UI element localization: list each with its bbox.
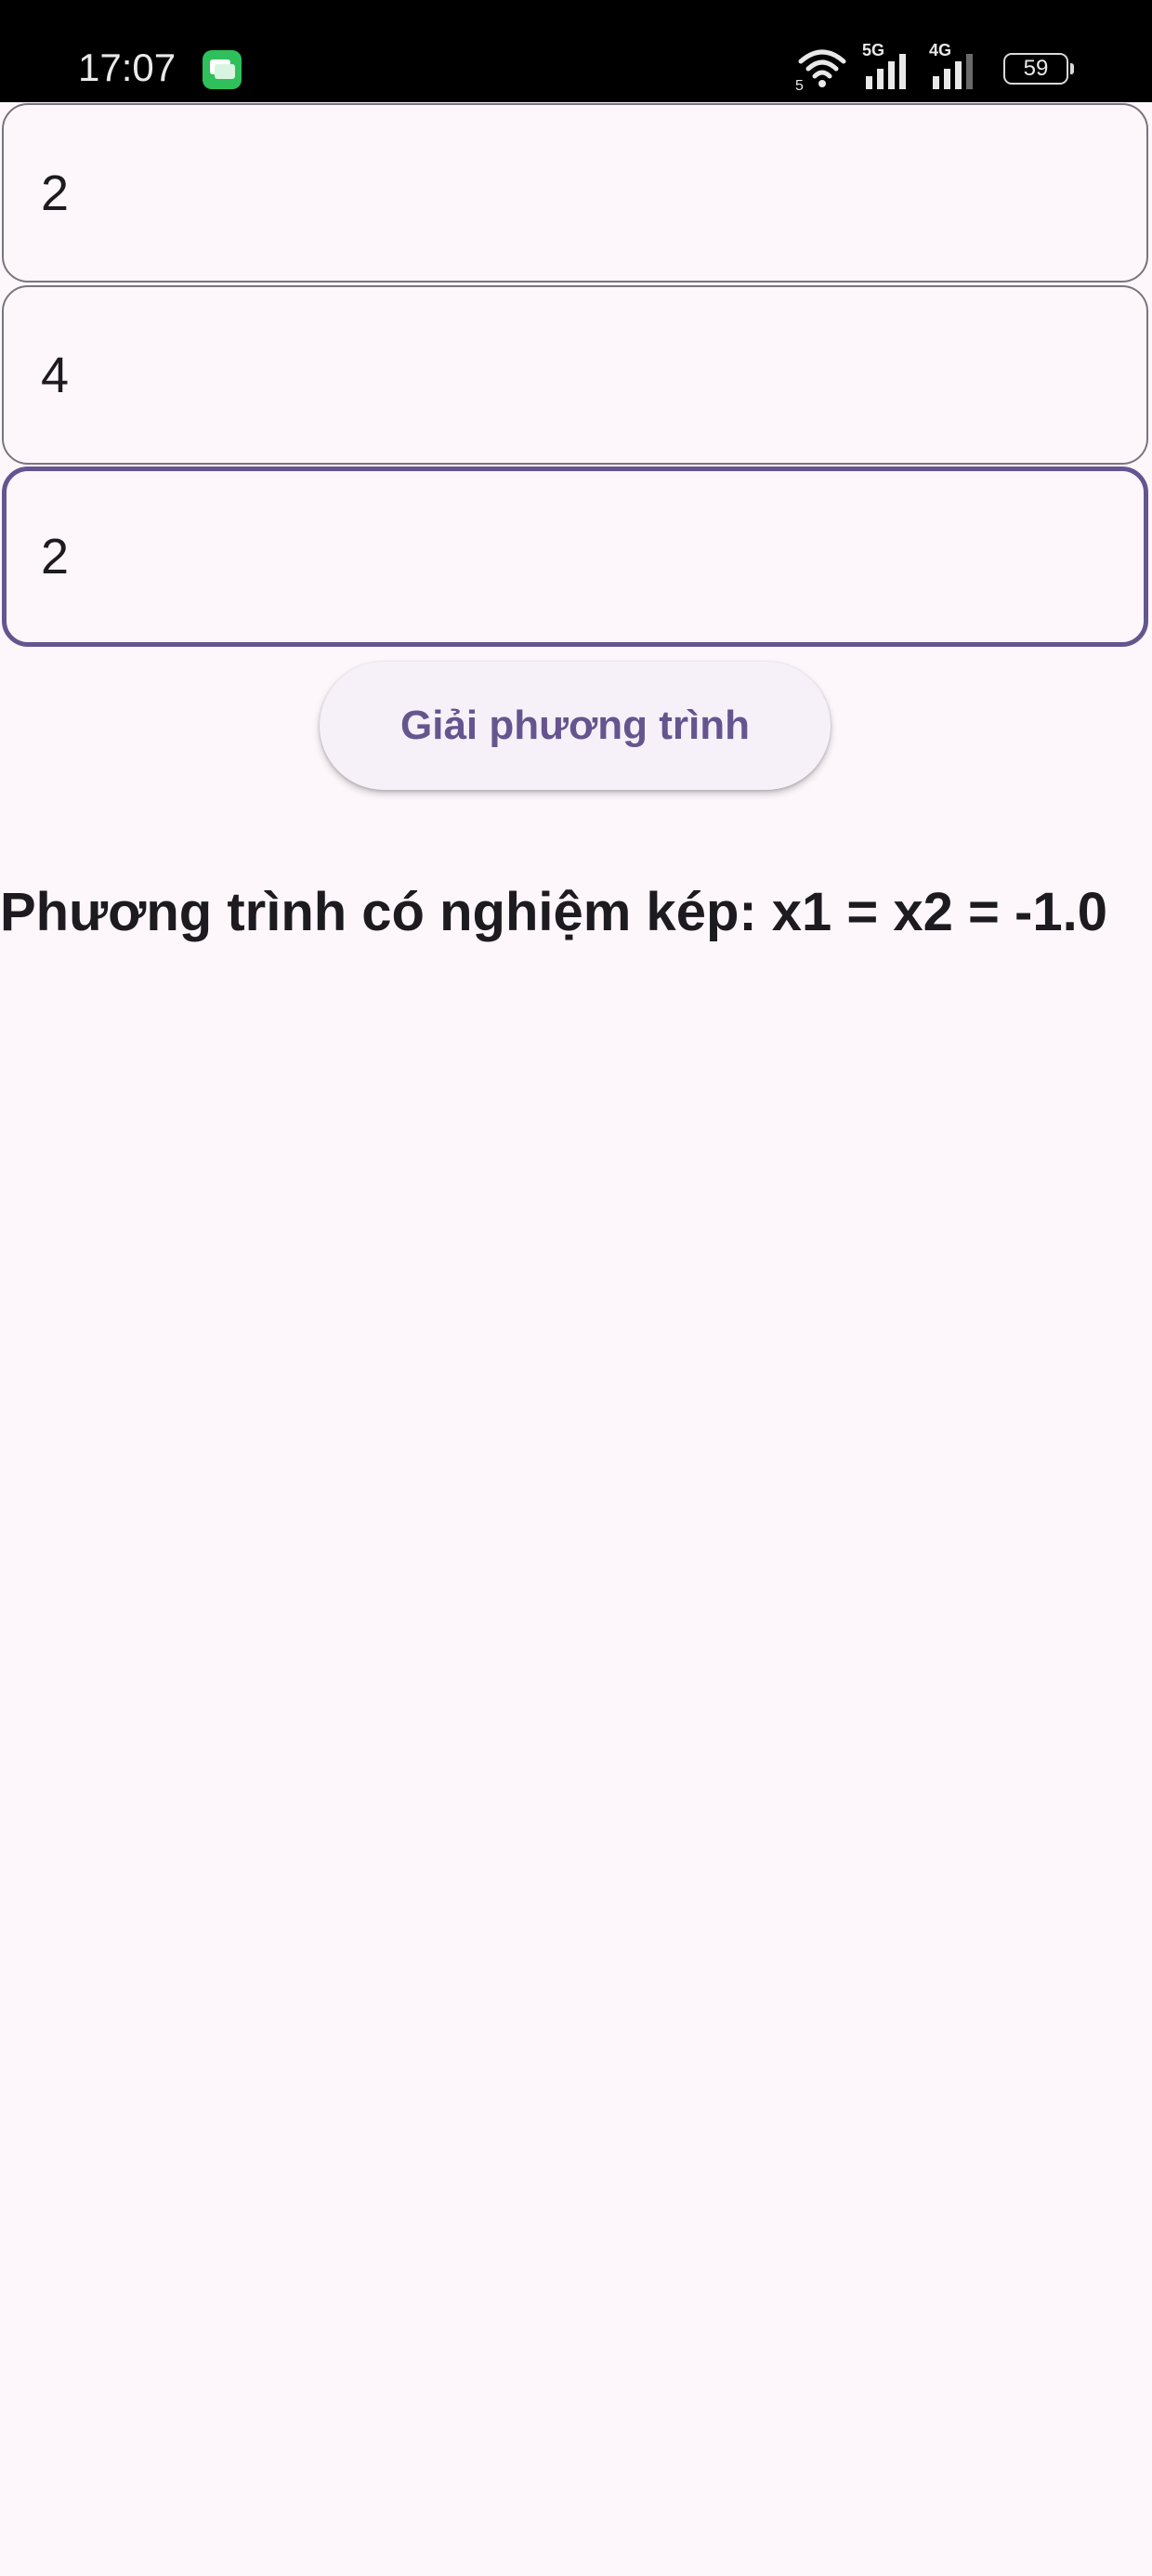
coefficient-a-input[interactable]: 2 bbox=[2, 103, 1148, 283]
coefficient-b-input[interactable]: 4 bbox=[2, 285, 1148, 465]
messages-app-icon bbox=[203, 50, 242, 89]
status-time: 17:07 bbox=[78, 46, 177, 89]
signal-4g-icon: 4G bbox=[929, 41, 983, 93]
result-text: Phương trình có nghiệm kép: x1 = x2 = -1… bbox=[0, 882, 1107, 942]
coefficient-a-value: 2 bbox=[41, 164, 70, 221]
battery-icon: 59 bbox=[1003, 53, 1074, 85]
status-indicators: 5 5G 4G 59 bbox=[795, 41, 1074, 94]
wifi-sub-label: 5 bbox=[795, 78, 804, 94]
signal-5g-icon: 5G bbox=[862, 41, 916, 93]
solve-equation-button[interactable]: Giải phương trình bbox=[320, 662, 831, 790]
status-bar: 17:07 5 5G 4G 59 bbox=[0, 0, 1152, 102]
coefficient-c-input[interactable]: 2 bbox=[2, 467, 1148, 647]
battery-level: 59 bbox=[1023, 56, 1049, 81]
coefficient-c-value: 2 bbox=[41, 529, 70, 585]
solve-equation-label: Giải phương trình bbox=[400, 703, 750, 748]
coefficient-b-value: 4 bbox=[41, 347, 70, 403]
wifi-icon: 5 bbox=[795, 46, 849, 94]
